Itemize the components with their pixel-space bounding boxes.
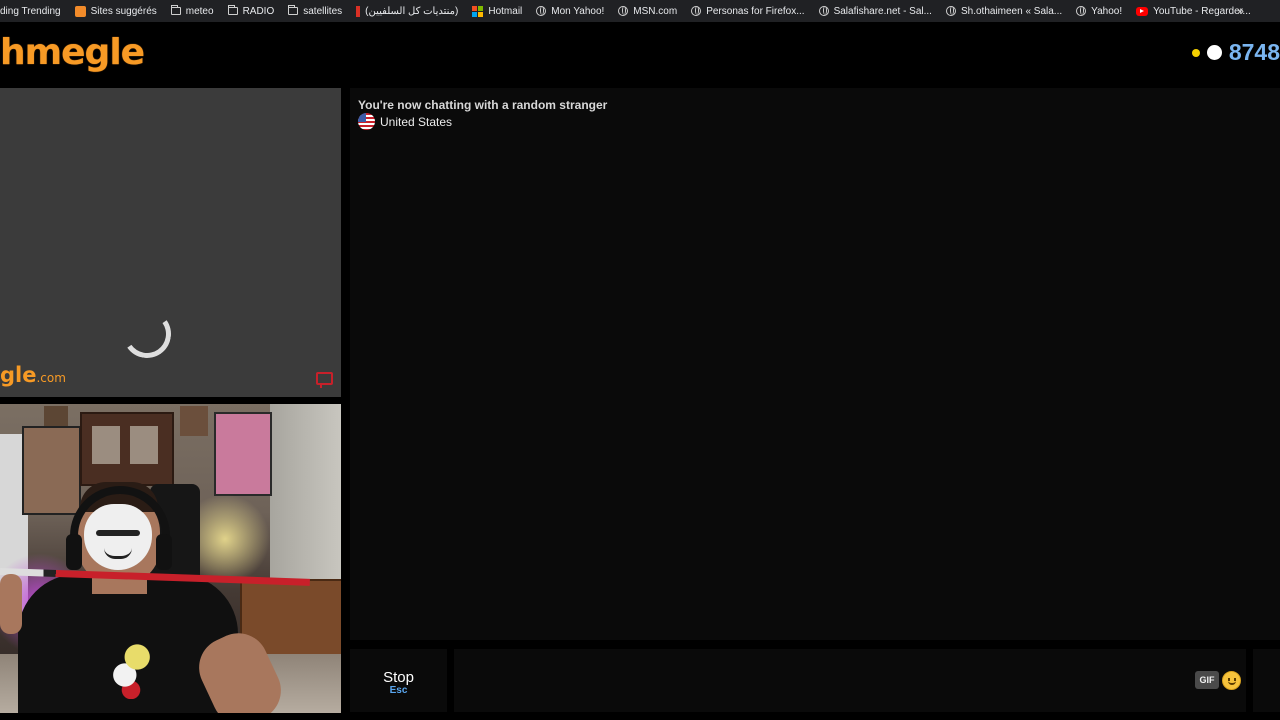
online-count: 8748 bbox=[1228, 39, 1280, 65]
site-header: hmegle 8748 bbox=[0, 22, 1280, 86]
bookmark-item[interactable]: ding Trending bbox=[0, 6, 61, 17]
bookmark-item[interactable]: RADIO bbox=[227, 5, 275, 17]
bookmark-label: Sh.othaimeen « Sala... bbox=[960, 5, 1063, 17]
webcam-poster bbox=[214, 412, 272, 496]
bookmark-label: Hotmail bbox=[488, 5, 523, 17]
microsoft-icon bbox=[472, 5, 484, 17]
bookmark-label: RADIO bbox=[242, 5, 275, 17]
send-button[interactable] bbox=[1253, 649, 1280, 712]
video-watermark: gle.com bbox=[0, 363, 66, 387]
bookmark-icon bbox=[356, 5, 361, 17]
bookmark-label: (منتديات كل السلفيين) bbox=[365, 5, 459, 17]
globe-icon bbox=[1076, 6, 1087, 16]
bookmark-item[interactable]: Sites suggérés bbox=[74, 5, 157, 17]
report-flag-icon[interactable] bbox=[316, 372, 333, 388]
bookmark-item[interactable]: Salafishare.net - Sal... bbox=[818, 5, 932, 17]
sites-suggested-icon bbox=[74, 5, 86, 17]
stranger-country: United States bbox=[358, 113, 452, 130]
chat-status-message: You're now chatting with a random strang… bbox=[358, 98, 608, 112]
gif-button[interactable]: GIF bbox=[1195, 671, 1219, 689]
stop-button[interactable]: Stop Esc bbox=[350, 649, 447, 712]
stop-button-label: Stop bbox=[383, 669, 414, 686]
chat-log[interactable]: You're now chatting with a random strang… bbox=[350, 88, 1280, 640]
bookmark-item[interactable]: Yahoo! bbox=[1076, 6, 1122, 17]
loading-spinner-icon bbox=[119, 306, 175, 362]
country-label: United States bbox=[380, 114, 453, 129]
emoji-smiley-icon[interactable] bbox=[1222, 671, 1241, 690]
bookmarks-overflow-chevron-icon[interactable]: » bbox=[1237, 3, 1244, 18]
bookmark-item[interactable]: MSN.com bbox=[618, 6, 677, 17]
folder-icon bbox=[288, 5, 299, 15]
bookmark-item[interactable]: satellites bbox=[288, 5, 343, 17]
bookmark-label: MSN.com bbox=[633, 5, 678, 17]
stranger-video bbox=[0, 88, 341, 397]
bookmark-label: Mon Yahoo! bbox=[551, 5, 605, 17]
youtube-icon bbox=[1136, 6, 1149, 16]
bookmark-label: ding Trending bbox=[0, 5, 61, 17]
webcam-poster bbox=[44, 406, 68, 428]
site-logo[interactable]: hmegle bbox=[0, 32, 145, 73]
bookmark-label: Yahoo! bbox=[1091, 5, 1123, 17]
webcam-cabinet bbox=[80, 412, 174, 486]
bookmark-item[interactable]: YouTube - Regarder... bbox=[1136, 6, 1251, 17]
folder-icon bbox=[227, 5, 238, 15]
folder-icon bbox=[170, 5, 181, 15]
globe-icon bbox=[818, 6, 829, 16]
users-dot-icon bbox=[1206, 45, 1222, 60]
globe-icon bbox=[618, 6, 629, 16]
self-webcam-video bbox=[0, 404, 341, 713]
status-dot-icon bbox=[1191, 48, 1200, 57]
message-input[interactable] bbox=[454, 649, 1246, 712]
globe-icon bbox=[536, 6, 547, 16]
stop-shortcut-hint: Esc bbox=[389, 685, 408, 696]
bookmarks-bar: ding Trending Sites suggérés meteo RADIO sat… bbox=[0, 0, 1280, 22]
bookmark-item[interactable]: (منتديات كل السلفيين) bbox=[356, 5, 459, 17]
online-users-indicator: 8748 bbox=[1191, 39, 1280, 66]
bookmark-label: Sites suggérés bbox=[90, 5, 157, 17]
webcam-earcup bbox=[66, 534, 82, 570]
webcam-hand bbox=[0, 574, 22, 634]
bookmark-label: Salafishare.net - Sal... bbox=[833, 5, 932, 17]
bookmark-item[interactable]: Hotmail bbox=[472, 5, 523, 17]
webcam-poster bbox=[22, 426, 81, 515]
bookmark-label: Personas for Firefox... bbox=[706, 5, 805, 17]
webcam-earcup bbox=[156, 534, 172, 570]
globe-icon bbox=[945, 6, 956, 16]
bookmark-item[interactable]: meteo bbox=[170, 5, 214, 17]
globe-icon bbox=[691, 6, 702, 16]
bookmark-item[interactable]: Personas for Firefox... bbox=[691, 5, 805, 17]
webcam-poster bbox=[180, 406, 208, 436]
bookmark-item[interactable]: Sh.othaimeen « Sala... bbox=[945, 5, 1063, 17]
bookmark-label: meteo bbox=[185, 5, 214, 17]
us-flag-icon bbox=[358, 113, 375, 130]
bookmark-label: satellites bbox=[303, 5, 343, 17]
webcam-shirt-print bbox=[100, 639, 162, 699]
bookmark-item[interactable]: Mon Yahoo! bbox=[536, 6, 604, 17]
